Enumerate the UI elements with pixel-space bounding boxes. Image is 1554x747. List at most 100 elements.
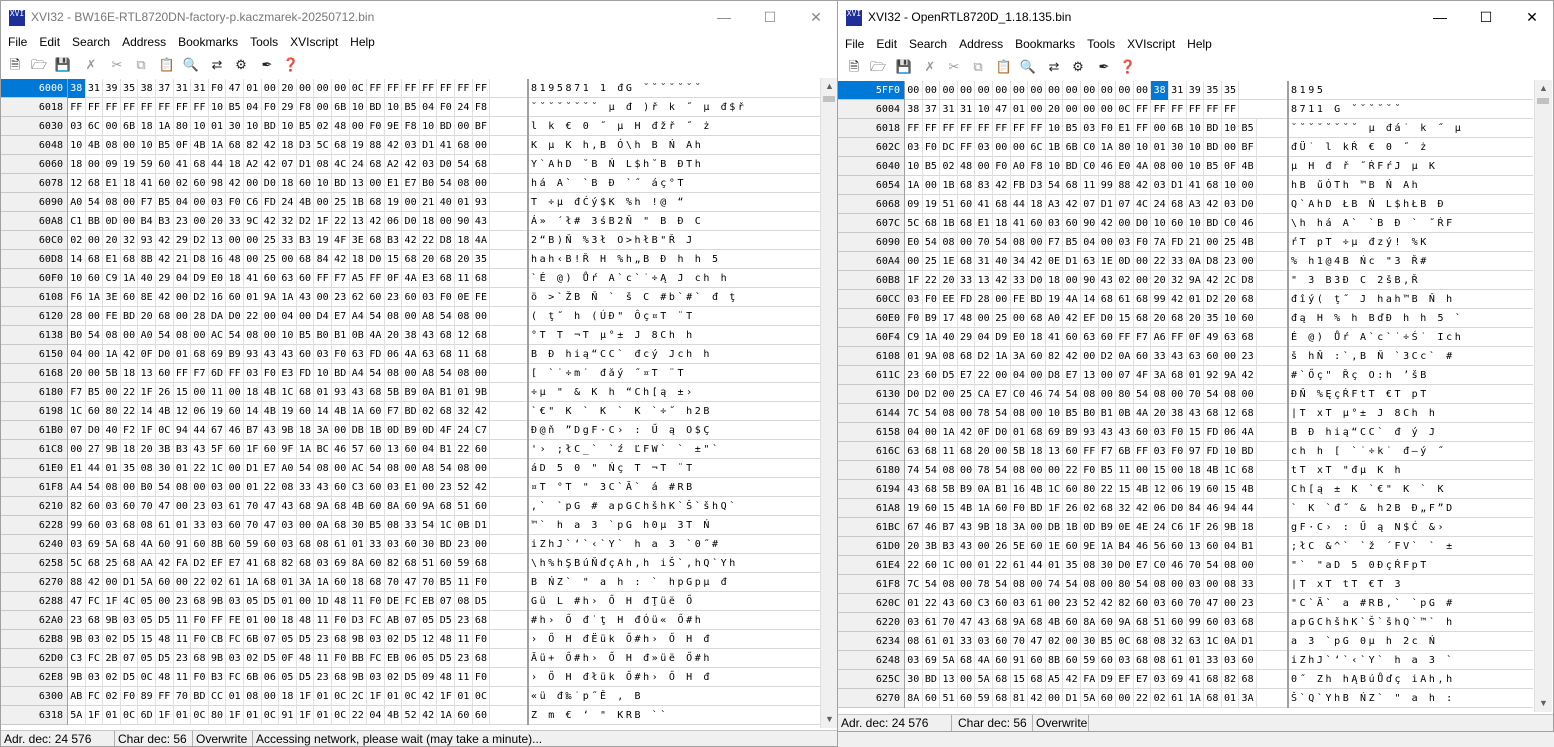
hex-byte[interactable]: FF (905, 119, 923, 138)
hex-byte[interactable]: 00 (993, 366, 1011, 385)
hex-byte[interactable]: 08 (385, 364, 403, 383)
hex-byte[interactable]: 68 (473, 269, 491, 288)
hex-byte[interactable]: 26 (156, 383, 174, 402)
hex-byte[interactable]: BF (473, 117, 491, 136)
hex-byte[interactable]: 20 (975, 442, 993, 461)
hex-byte[interactable]: 3E (103, 288, 121, 307)
hex-byte[interactable]: 00 (1046, 461, 1064, 480)
hex-byte[interactable]: 3A (1011, 518, 1029, 537)
hex-byte[interactable]: BD (1204, 214, 1222, 233)
hex-byte[interactable]: 0F (385, 269, 403, 288)
hex-byte[interactable]: 22 (262, 478, 280, 497)
hex-byte[interactable]: D5 (121, 630, 139, 649)
hex-byte[interactable]: 0F (138, 345, 156, 364)
hex-byte[interactable]: 10 (420, 117, 438, 136)
hex-byte[interactable]: 0D (1116, 252, 1134, 271)
text-row[interactable]: Š`Q`YhB ŃZ` " a h : (1289, 689, 1533, 708)
hex-byte[interactable]: 19 (905, 499, 923, 518)
hex-byte[interactable]: 60 (1239, 651, 1257, 670)
hex-byte[interactable]: 03 (103, 516, 121, 535)
hex-byte[interactable]: BD (1239, 442, 1257, 461)
hex-byte[interactable]: 00 (1169, 461, 1187, 480)
hex-byte[interactable]: 2C (1222, 271, 1240, 290)
hex-byte[interactable]: 3E (350, 231, 368, 250)
hex-byte[interactable]: D5 (402, 668, 420, 687)
hex-byte[interactable]: E0 (1011, 328, 1029, 347)
hex-byte[interactable]: B9 (226, 345, 244, 364)
hex-byte[interactable]: 4B (385, 706, 403, 725)
hex-byte[interactable]: 03 (1151, 423, 1169, 442)
hex-byte[interactable]: 00 (993, 81, 1011, 100)
hex-byte[interactable]: 1A (244, 573, 262, 592)
hex-byte[interactable]: 00 (103, 383, 121, 402)
hex-byte[interactable]: 91 (279, 706, 297, 725)
hex-byte[interactable]: 60 (923, 366, 941, 385)
hex-byte[interactable]: 18 (244, 383, 262, 402)
hex-byte[interactable]: F0 (1011, 499, 1029, 518)
hex-byte[interactable]: B5 (297, 117, 315, 136)
hex-byte[interactable]: 15 (1116, 309, 1134, 328)
hex-byte[interactable]: 4C (332, 155, 350, 174)
hex-byte[interactable]: 43 (350, 383, 368, 402)
hex-byte[interactable]: 60 (473, 706, 491, 725)
hex-byte[interactable]: FF (923, 119, 941, 138)
text-row[interactable]: Ăü+ Ő#h› Ő H đ»üë Ő#h (529, 649, 822, 668)
hex-byte[interactable]: 1F (1187, 518, 1205, 537)
hex-byte[interactable]: 13 (209, 231, 227, 250)
hex-byte[interactable]: 00 (975, 157, 993, 176)
hex-byte[interactable]: E0 (1116, 157, 1134, 176)
hex-byte[interactable]: 03 (209, 193, 227, 212)
hex-byte[interactable]: 22 (1099, 480, 1117, 499)
hex-byte[interactable]: 18 (279, 611, 297, 630)
hex-byte[interactable]: 33 (279, 231, 297, 250)
hex-byte[interactable]: 8B (138, 250, 156, 269)
hex-byte[interactable]: D9 (191, 269, 209, 288)
hex-byte[interactable]: 04 (975, 328, 993, 347)
hex-byte[interactable]: 24 (350, 155, 368, 174)
text-row[interactable]: đÜ˙ l kŔ € 0 ˝ ż (1289, 138, 1533, 157)
hex-byte[interactable]: 9B (975, 518, 993, 537)
hex-byte[interactable]: 68 (332, 630, 350, 649)
hex-byte[interactable]: FF (156, 687, 174, 706)
hex-byte[interactable]: 11 (1081, 176, 1099, 195)
hex-byte[interactable]: 42 (1099, 214, 1117, 233)
hex-byte[interactable]: 22 (1063, 461, 1081, 480)
hex-byte[interactable]: 00 (297, 79, 315, 98)
hex-byte[interactable]: 00 (1099, 81, 1117, 100)
hex-byte[interactable]: 04 (420, 440, 438, 459)
hex-byte[interactable]: 07 (68, 421, 86, 440)
hex-byte[interactable]: 01 (244, 611, 262, 630)
copy-icon[interactable]: ⧉ (968, 57, 988, 77)
hex-byte[interactable]: 1C (940, 556, 958, 575)
hex-byte[interactable]: 33 (402, 516, 420, 535)
hex-byte[interactable]: 60 (156, 573, 174, 592)
hex-byte[interactable]: 31 (174, 79, 192, 98)
hex-byte[interactable]: 5A (975, 670, 993, 689)
hex-byte[interactable]: 18 (1239, 518, 1257, 537)
hex-byte[interactable]: 43 (279, 345, 297, 364)
hex-byte[interactable]: 00 (975, 309, 993, 328)
hex-byte[interactable]: 60 (1063, 214, 1081, 233)
hex-byte[interactable]: 18 (350, 250, 368, 269)
hex-byte[interactable]: 08 (940, 404, 958, 423)
hex-byte[interactable]: FC (367, 611, 385, 630)
hex-byte[interactable]: 47 (226, 79, 244, 98)
text-row[interactable]: ‚` `pG # apGChšhK`Š`šhQ` (529, 497, 822, 516)
hex-byte[interactable]: 68 (1134, 651, 1152, 670)
hex-byte[interactable]: 00 (103, 573, 121, 592)
hex-byte[interactable]: 41 (244, 269, 262, 288)
hex-byte[interactable]: 68 (1204, 176, 1222, 195)
hex-row[interactable]: 14 68 E1 68 8B 42 21 D8 16 48 00 25 00 68 84 42 18 D0 15 68… (68, 250, 527, 269)
hex-byte[interactable]: 14 (314, 402, 332, 421)
hex-row[interactable]: 12 68 E1 18 41 60 02 60 98 42 00 D0 18 60 10 BD 13 00 E1 E7… (68, 174, 527, 193)
hex-byte[interactable]: 48 (156, 630, 174, 649)
hex-byte[interactable]: 08 (314, 535, 332, 554)
hex-byte[interactable]: 68 (402, 250, 420, 269)
hex-byte[interactable]: 5A (103, 535, 121, 554)
hex-byte[interactable]: 44 (1239, 499, 1257, 518)
hex-byte[interactable]: 70 (1011, 632, 1029, 651)
hex-byte[interactable]: 4B (958, 499, 976, 518)
hex-byte[interactable]: 60 (226, 535, 244, 554)
hex-byte[interactable]: 01 (1011, 100, 1029, 119)
hex-byte[interactable]: 13 (1187, 537, 1205, 556)
